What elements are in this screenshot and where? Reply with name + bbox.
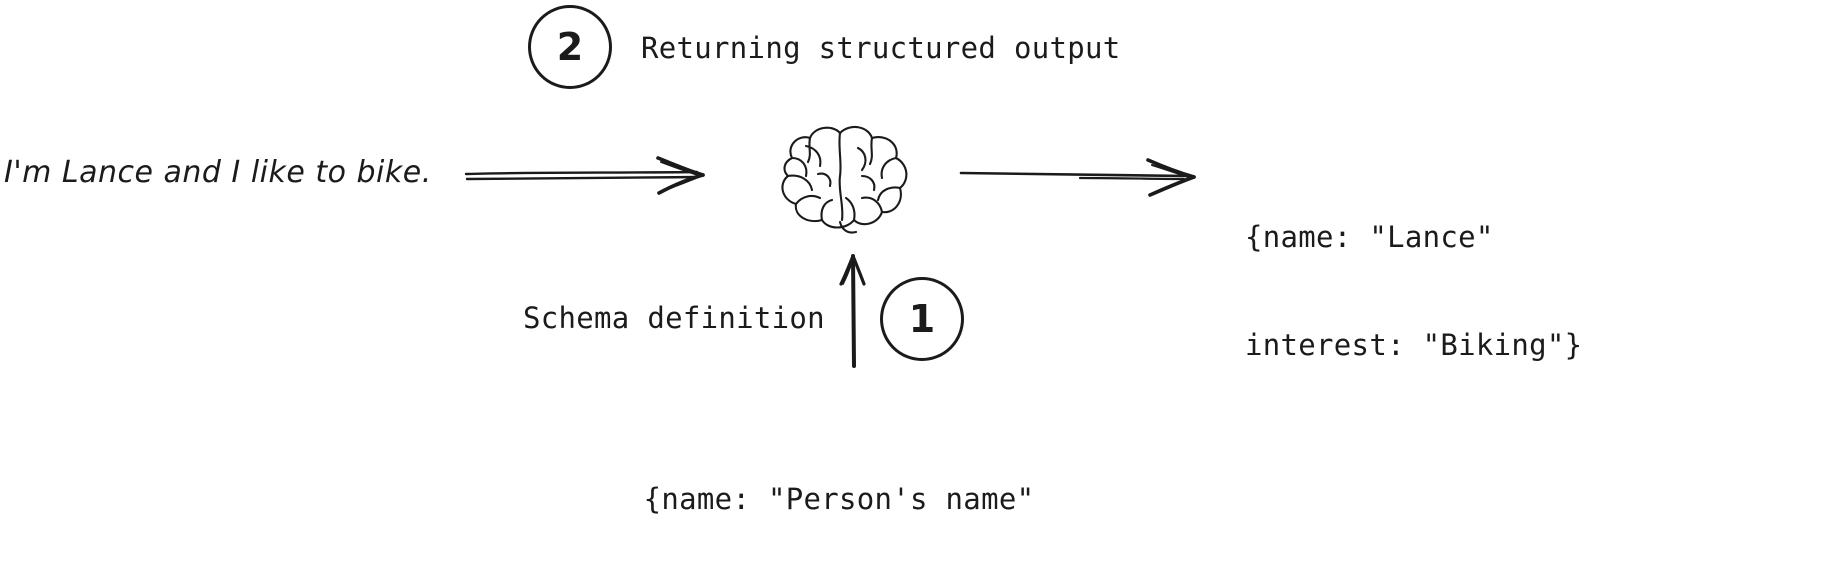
schema-json: {name: "Person's name" interest: "Person… xyxy=(600,409,1078,566)
step-marker-2-number: 2 xyxy=(556,25,584,69)
diagram-canvas: 2 Returning structured output I'm Lance … xyxy=(0,0,1838,566)
output-json-line-1: {name: "Lance" xyxy=(1245,220,1494,254)
step-2-label: Returning structured output xyxy=(641,31,1121,65)
arrow-input-to-model xyxy=(464,150,727,202)
input-text: I'm Lance and I like to bike. xyxy=(4,155,432,190)
brain-icon xyxy=(762,118,922,240)
arrow-schema-to-model xyxy=(833,250,877,368)
step-1-label: Schema definition xyxy=(523,301,825,335)
step-marker-1: 1 xyxy=(880,277,964,361)
step-marker-1-number: 1 xyxy=(908,297,936,341)
output-json-line-2: interest: "Biking"} xyxy=(1245,328,1583,362)
step-marker-2: 2 xyxy=(528,5,612,89)
output-json: {name: "Lance" interest: "Biking"} xyxy=(1245,147,1582,435)
schema-json-line-1: {name: "Person's name" xyxy=(643,482,1035,516)
arrow-model-to-output xyxy=(959,155,1208,201)
